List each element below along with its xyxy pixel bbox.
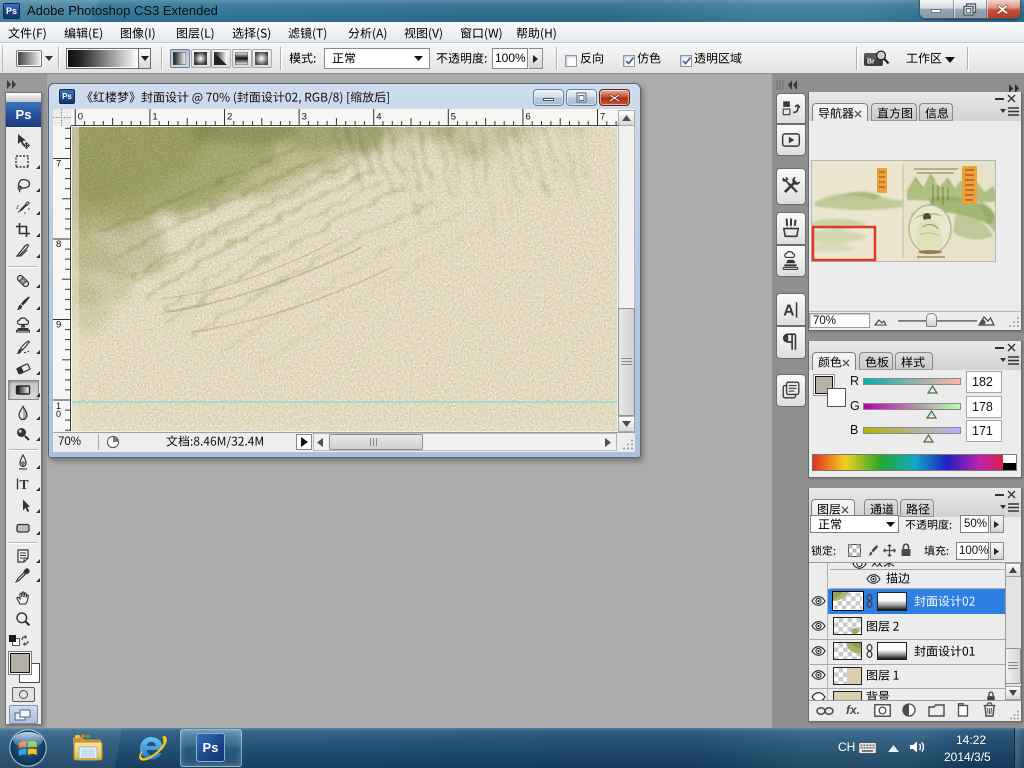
- svg-text:5: 5: [451, 112, 456, 123]
- svg-text:A: A: [783, 303, 794, 320]
- svg-text:0: 0: [56, 409, 61, 419]
- svg-text:4: 4: [376, 112, 381, 123]
- svg-text:7: 7: [56, 159, 61, 170]
- svg-text:3: 3: [302, 112, 307, 123]
- svg-text:6: 6: [525, 112, 530, 123]
- svg-text:7: 7: [600, 112, 605, 123]
- svg-text:1: 1: [152, 112, 157, 123]
- svg-text:2: 2: [227, 112, 232, 123]
- svg-text:0: 0: [78, 112, 83, 123]
- svg-text:T: T: [20, 477, 29, 492]
- svg-text:8: 8: [56, 239, 61, 250]
- svg-text:9: 9: [56, 320, 61, 331]
- svg-text:Br: Br: [867, 59, 875, 66]
